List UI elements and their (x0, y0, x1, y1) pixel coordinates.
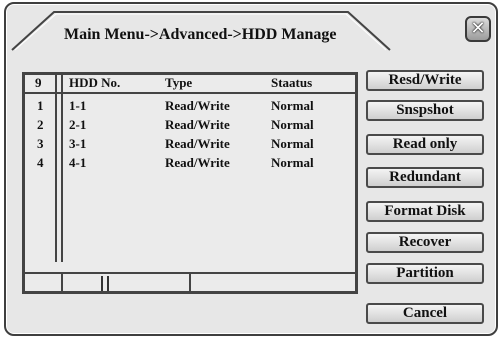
row-hdd-no: 2-1 (69, 117, 87, 132)
row-index: 1 (37, 98, 44, 113)
row-type: Read/Write (165, 98, 230, 113)
table-row[interactable]: 1 1-1 Read/Write Normal (25, 98, 355, 116)
page-title: Main Menu->Advanced->HDD Manage (64, 26, 337, 43)
hdd-table: 9 HDD No. Type Staatus 1 1-1 Read/Write … (22, 72, 358, 294)
scrollbar-divider (189, 274, 191, 293)
scroll-grip-icon[interactable] (107, 276, 109, 291)
row-hdd-no: 4-1 (69, 155, 87, 170)
header-type: Type (165, 75, 193, 90)
scrollbar-divider (61, 274, 63, 293)
header-index: 9 (35, 75, 42, 90)
row-type: Read/Write (165, 117, 230, 132)
table-row[interactable]: 4 4-1 Read/Write Normal (25, 155, 355, 173)
recover-button[interactable]: Recover (366, 232, 484, 253)
close-icon: ✕ (470, 18, 486, 39)
row-hdd-no: 3-1 (69, 136, 87, 151)
row-type: Read/Write (165, 136, 230, 151)
row-index: 2 (37, 117, 44, 132)
horizontal-scrollbar[interactable] (25, 272, 355, 293)
row-type: Read/Write (165, 155, 230, 170)
cancel-button[interactable]: Cancel (366, 303, 484, 324)
row-hdd-no: 1-1 (69, 98, 87, 113)
partition-button[interactable]: Partition (366, 263, 484, 284)
redundant-button[interactable]: Redundant (366, 167, 484, 188)
row-status: Normal (271, 117, 314, 132)
row-status: Normal (271, 155, 314, 170)
table-row[interactable]: 2 2-1 Read/Write Normal (25, 117, 355, 135)
read-only-button[interactable]: Read only (366, 134, 484, 155)
header-status: Staatus (271, 75, 313, 90)
header-hdd-no: HDD No. (69, 75, 121, 90)
table-row[interactable]: 3 3-1 Read/Write Normal (25, 136, 355, 154)
format-disk-button[interactable]: Format Disk (366, 201, 484, 222)
scroll-grip-icon[interactable] (101, 276, 103, 291)
row-index: 3 (37, 136, 44, 151)
title-bar: Main Menu->Advanced->HDD Manage ✕ (6, 4, 496, 54)
row-status: Normal (271, 98, 314, 113)
read-write-button[interactable]: Resd/Write (366, 70, 484, 91)
row-index: 4 (37, 155, 44, 170)
snapshot-button[interactable]: Snspshot (366, 100, 484, 121)
table-header: 9 HDD No. Type Staatus (25, 75, 355, 94)
close-button[interactable]: ✕ (465, 16, 491, 42)
hdd-manage-dialog: Main Menu->Advanced->HDD Manage ✕ 9 HDD … (4, 2, 498, 336)
row-status: Normal (271, 136, 314, 151)
